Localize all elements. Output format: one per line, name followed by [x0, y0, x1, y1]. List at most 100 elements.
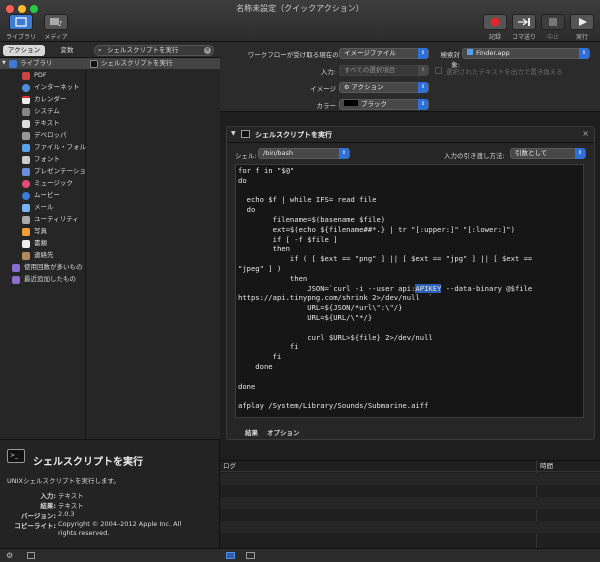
script-editor[interactable]: for f in "$@" do echo $f | while IFS= rea… — [235, 164, 584, 418]
code-line: URL=${URL/\"*/} — [238, 312, 373, 322]
library-button[interactable] — [9, 14, 33, 30]
category-item[interactable]: ミュージック — [0, 178, 86, 189]
category-item[interactable]: インターネット — [0, 82, 86, 93]
input-type-label: 入力: — [40, 492, 56, 500]
log-row — [220, 521, 600, 533]
description-toggle-icon[interactable] — [27, 552, 35, 559]
code-line: if ( [ $ext == "png" ] || [ $ext == "jpg… — [238, 254, 533, 264]
category-label: ミュージック — [34, 179, 73, 187]
gear-icon[interactable]: ⚙ — [6, 551, 13, 560]
receives-label: ワークフローが受け取る現在の項目: — [247, 51, 354, 59]
category-item[interactable]: 書類 — [0, 238, 86, 249]
code-line: echo $f | while IFS= read file — [238, 195, 377, 205]
close-icon[interactable]: × — [582, 129, 589, 138]
list-view-icon[interactable] — [226, 552, 235, 559]
stop-button[interactable] — [541, 14, 565, 30]
record-button[interactable] — [483, 14, 507, 30]
mail-icon — [22, 203, 30, 212]
action-header[interactable]: ▼ シェルスクリプトを実行 × — [227, 127, 594, 143]
disclosure-triangle-icon[interactable]: ▼ — [2, 58, 6, 69]
log-header: ログ 時間 — [220, 460, 600, 548]
input-value: すべての選択項目 — [344, 66, 396, 74]
finder-icon — [22, 143, 30, 152]
run-button[interactable] — [570, 14, 594, 30]
category-item[interactable]: ユーティリティ — [0, 214, 86, 225]
category-label: システム — [34, 107, 60, 115]
selected-text: APIKEY — [415, 283, 442, 293]
category-label: インターネット — [34, 83, 80, 91]
shell-popup[interactable]: /bin/bash ⇕ — [258, 148, 350, 159]
category-label: 写真 — [34, 227, 47, 235]
code-line: fi — [238, 352, 282, 362]
color-swatch — [344, 100, 358, 106]
code-line: for f in "$@" — [238, 166, 295, 175]
image-popup[interactable]: ⚙ アクション ⇕ — [339, 82, 429, 93]
presentation-icon — [22, 167, 30, 176]
replace-text-checkbox[interactable] — [435, 67, 442, 74]
font-icon — [22, 155, 30, 164]
category-label: 書類 — [34, 239, 47, 247]
media-button[interactable]: ♪ — [44, 14, 68, 30]
code-line: afplay /System/Library/Sounds/Submarine.… — [238, 401, 429, 411]
shell-label: シェル: — [235, 152, 257, 160]
developer-icon — [22, 131, 30, 140]
replace-text-label: 選択されたテキストを出力で置き換える — [446, 68, 563, 76]
category-item[interactable]: 連絡先 — [0, 250, 86, 261]
action-label: シェルスクリプトを実行 — [101, 59, 173, 67]
category-item[interactable]: PDF — [0, 70, 86, 81]
action-item[interactable]: シェルスクリプトを実行 — [86, 58, 220, 69]
chevron-down-icon: ⇕ — [575, 148, 585, 159]
application-value: Finder.app — [476, 49, 510, 57]
category-item[interactable]: 最近追加したもの — [0, 274, 86, 285]
action-title: シェルスクリプトを実行 — [255, 131, 332, 139]
time-column-header[interactable]: 時間 — [540, 461, 553, 472]
flow-view-icon[interactable] — [246, 552, 255, 559]
category-item[interactable]: ムービー — [0, 190, 86, 201]
category-item[interactable]: 写真 — [0, 226, 86, 237]
stop-icon — [549, 18, 557, 26]
category-label: PDF — [34, 71, 47, 79]
terminal-icon: >_ — [7, 449, 25, 463]
clear-search-icon[interactable]: × — [204, 47, 211, 54]
pass-input-label: 入力の引き渡し方法: — [444, 152, 505, 160]
pass-input-value: 引数として — [515, 149, 548, 157]
tab-results[interactable]: 結果 — [245, 427, 258, 437]
input-popup[interactable]: すべての選択項目 ⇕ — [339, 65, 429, 76]
category-item[interactable]: ファイル・フォルダ — [0, 142, 93, 153]
category-label: フォント — [34, 155, 60, 163]
terminal-icon — [241, 130, 250, 138]
image-label: イメージ — [310, 85, 336, 93]
log-column-header[interactable]: ログ — [223, 461, 236, 472]
category-item[interactable]: カレンダー — [0, 94, 86, 105]
log-row — [220, 473, 600, 485]
run-shell-script-action: ▼ シェルスクリプトを実行 × シェル: /bin/bash ⇕ 入力の引き渡し方… — [226, 126, 595, 440]
media-label: メディア — [44, 34, 68, 41]
description-title: シェルスクリプトを実行 — [33, 457, 143, 468]
category-item[interactable]: フォント — [0, 154, 86, 165]
media-icon: ♪ — [50, 18, 62, 28]
tab-variables[interactable]: 変数 — [46, 45, 88, 56]
pass-input-popup[interactable]: 引数として ⇕ — [510, 148, 586, 159]
category-item[interactable]: メール — [0, 202, 86, 213]
tab-actions[interactable]: アクション — [3, 45, 45, 56]
category-item[interactable]: デベロッパ — [0, 130, 86, 141]
category-item[interactable]: プレゼンテーション — [0, 166, 92, 177]
category-item[interactable]: システム — [0, 106, 86, 117]
search-input[interactable]: ⌕ シェルスクリプトを実行 × — [94, 45, 214, 56]
step-button[interactable] — [512, 14, 536, 30]
category-label: カレンダー — [34, 95, 67, 103]
category-label: プレゼンテーション — [34, 167, 93, 175]
category-item[interactable]: テキスト — [0, 118, 86, 129]
copyright-label: コピーライト: — [14, 522, 56, 530]
code-line: then — [238, 273, 308, 283]
color-popup[interactable]: ブラック ⇕ — [339, 99, 429, 110]
category-item[interactable]: ▼ ライブラリ — [0, 58, 86, 69]
tab-options[interactable]: オプション — [267, 427, 300, 437]
image-value: アクション — [351, 83, 384, 91]
receives-popup[interactable]: イメージファイル ⇕ — [339, 48, 429, 59]
category-label: テキスト — [34, 119, 60, 127]
disclosure-triangle-icon[interactable]: ▼ — [231, 130, 236, 137]
input-label: 入力: — [320, 68, 336, 76]
category-item[interactable]: 使用回数が多いもの — [0, 262, 86, 273]
application-popup[interactable]: Finder.app ⇕ — [462, 48, 590, 59]
